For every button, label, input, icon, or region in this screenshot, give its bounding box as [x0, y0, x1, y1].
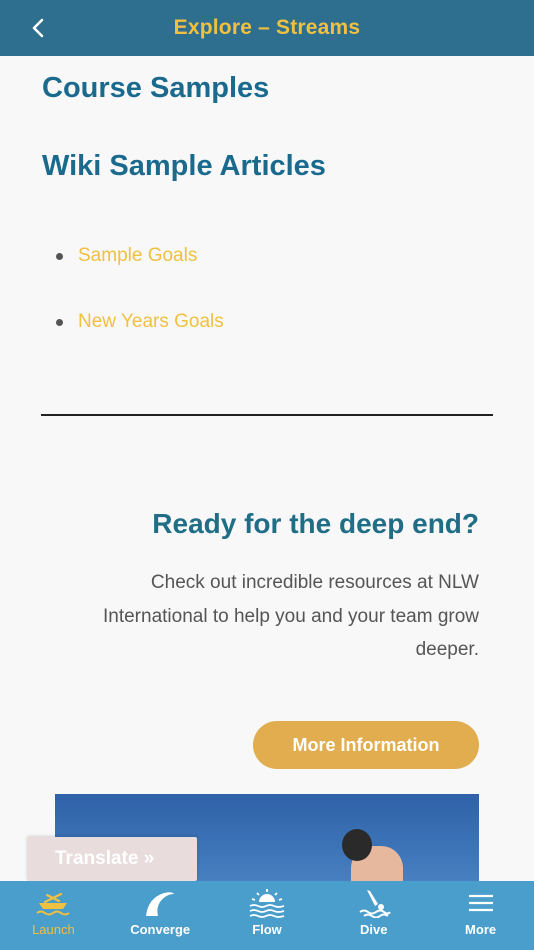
list-item: New Years Goals: [56, 308, 224, 336]
tab-bar: Launch Converge Flow Dive More: [0, 881, 534, 950]
back-button[interactable]: [24, 14, 52, 42]
list-item: Sample Goals: [56, 242, 224, 270]
course-samples-link[interactable]: Course Samples: [42, 72, 269, 105]
new-years-goals-link[interactable]: New Years Goals: [78, 311, 224, 333]
bullet-icon: [56, 318, 63, 326]
page-title: Explore – Streams: [173, 16, 361, 39]
cta-body: Check out incredible resources at NLW In…: [102, 572, 479, 660]
tab-flow[interactable]: Flow: [214, 881, 321, 950]
tab-more[interactable]: More: [427, 881, 534, 950]
diver-icon: [359, 890, 391, 918]
cta-title: Ready for the deep end?: [152, 508, 479, 539]
app-header: Explore – Streams: [0, 0, 534, 56]
wave-icon: [146, 892, 175, 916]
wiki-sample-articles-link[interactable]: Wiki Sample Articles: [42, 150, 326, 183]
main-content: Course Samples Wiki Sample Articles Samp…: [0, 56, 534, 881]
hamburger-icon: [468, 894, 493, 912]
tab-label: Dive: [360, 922, 388, 937]
tab-label: Flow: [252, 922, 282, 937]
more-information-button[interactable]: More Information: [253, 721, 479, 769]
tab-label: More: [465, 922, 497, 937]
tab-launch[interactable]: Launch: [0, 881, 107, 950]
wiki-article-list: Sample Goals New Years Goals: [56, 242, 224, 374]
tab-dive[interactable]: Dive: [320, 881, 427, 950]
tab-converge[interactable]: Converge: [107, 881, 214, 950]
boat-icon: [36, 892, 70, 916]
sunrise-icon: [249, 889, 285, 918]
divider: [41, 414, 493, 416]
bullet-icon: [56, 252, 63, 260]
sample-goals-link[interactable]: Sample Goals: [78, 245, 197, 267]
translate-button[interactable]: Translate »: [27, 837, 197, 881]
tab-label: Converge: [130, 922, 191, 937]
tab-label: Launch: [32, 922, 75, 937]
swimmer-head: [342, 829, 372, 861]
chevron-left-icon: [32, 18, 44, 38]
